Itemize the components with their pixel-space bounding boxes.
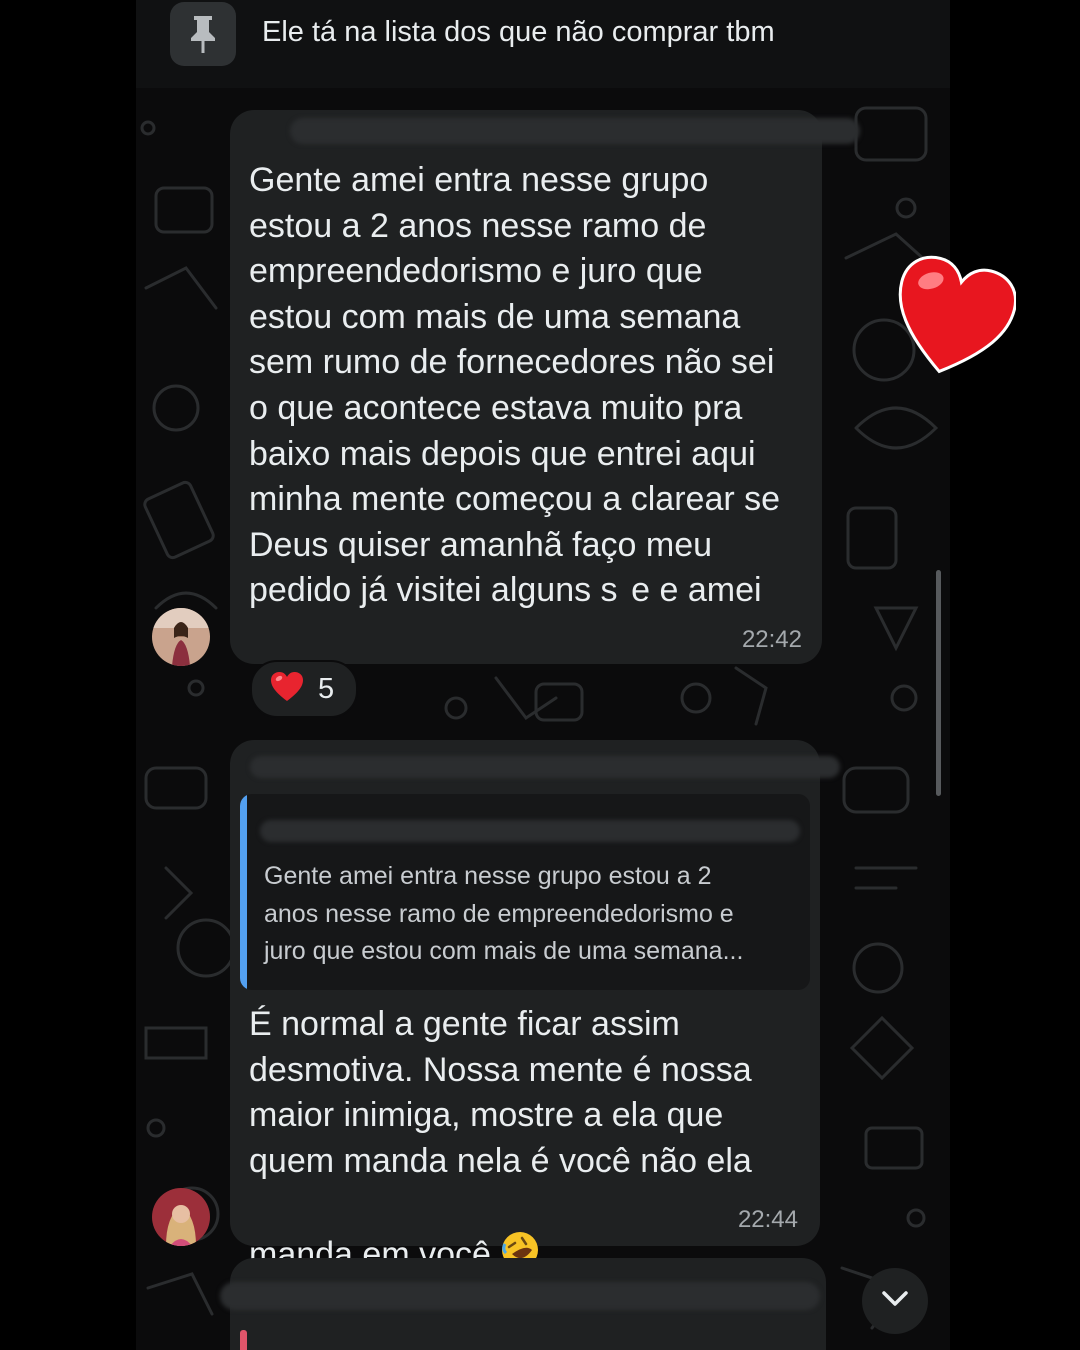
quote-accent-bar: [240, 1330, 247, 1350]
message-bubble[interactable]: Gente amei entra nesse grupo estou a 2 a…: [230, 740, 840, 1274]
redacted-sender-name: [220, 1282, 820, 1310]
pinned-message-text: Ele tá na lista dos que não comprar tbm: [262, 16, 775, 48]
reaction-count: 5: [318, 672, 335, 705]
message-timestamp: 22:44: [737, 1206, 798, 1233]
avatar[interactable]: [152, 608, 210, 666]
reaction-pill[interactable]: 5: [250, 660, 358, 718]
chevron-down-icon: [880, 1289, 910, 1314]
avatar[interactable]: [152, 1188, 210, 1246]
pinned-message-bar[interactable]: Ele tá na lista dos que não comprar tbm: [136, 0, 950, 88]
message-timestamp: 22:42: [741, 626, 802, 653]
scroll-to-bottom-button[interactable]: [862, 1268, 928, 1334]
chat-frame: Ele tá na lista dos que não comprar tbm …: [136, 0, 950, 1350]
scrollbar[interactable]: [936, 570, 941, 796]
quoted-message[interactable]: Gente amei entra nesse grupo estou a 2 a…: [240, 794, 810, 990]
message-bubble[interactable]: Gente amei entra nesse grupo estou a 2 a…: [230, 110, 860, 664]
heart-sticker-icon: [888, 255, 1017, 390]
redacted-sender-name: [250, 756, 840, 778]
heart-emoji-icon: [270, 671, 304, 708]
message-text: É normal a gente ficar assim desmotiva. …: [249, 1002, 809, 1283]
message-bubble[interactable]: [220, 1258, 826, 1350]
redacted-sender-name: [290, 118, 860, 144]
redacted-quoted-sender: [260, 820, 800, 842]
message-text: Gente amei entra nesse grupo estou a 2 a…: [249, 161, 781, 610]
pin-icon: [170, 2, 236, 66]
quote-accent-bar: [240, 794, 247, 990]
quoted-message-text: Gente amei entra nesse grupo estou a 2 a…: [264, 862, 744, 965]
